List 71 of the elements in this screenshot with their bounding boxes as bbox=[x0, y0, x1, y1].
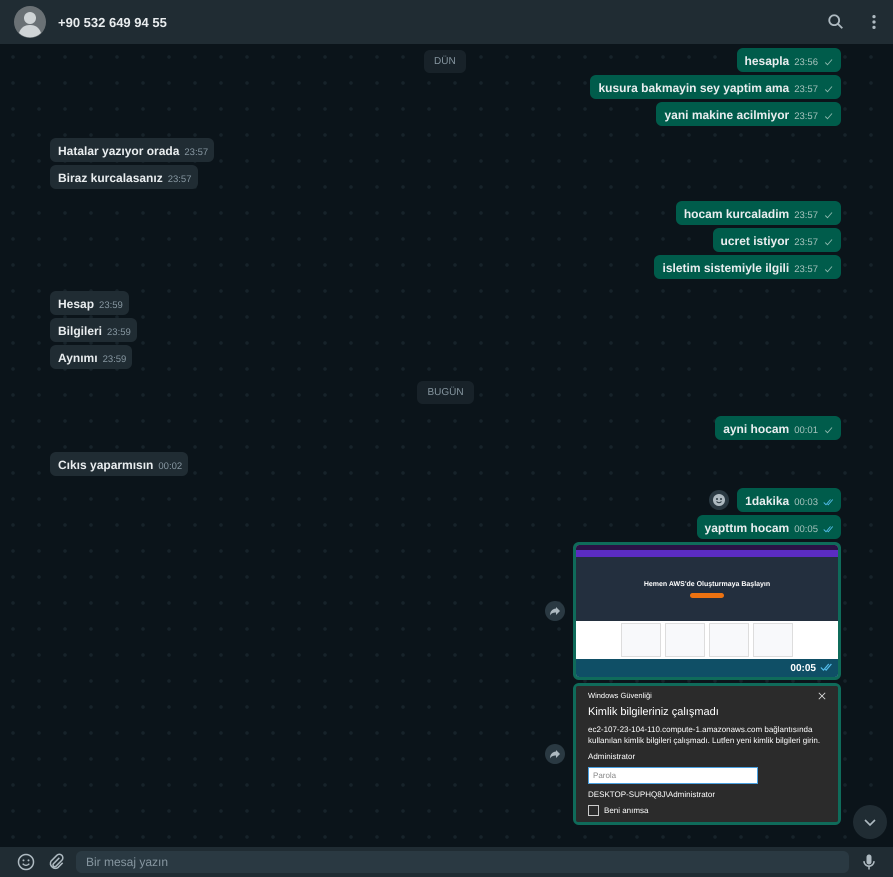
date-label: DÜN bbox=[424, 50, 466, 73]
message-time: 23:59 bbox=[102, 354, 126, 366]
message-bubble[interactable]: Aynımı 23:59 bbox=[50, 345, 132, 369]
forward-icon[interactable] bbox=[545, 744, 565, 764]
message-time: 23:57 bbox=[794, 84, 818, 96]
message-text: ucret istiyor bbox=[720, 233, 790, 249]
message-time: 23:56 bbox=[794, 57, 818, 69]
message-time: 23:57 bbox=[794, 111, 818, 123]
dialog-heading: Kimlik bilgileriniz çalışmadı bbox=[588, 706, 720, 718]
message-time: 00:03 bbox=[794, 497, 818, 509]
message-bubble[interactable]: Bilgileri 23:59 bbox=[50, 318, 137, 342]
message-text: yani makine acilmiyor bbox=[664, 107, 790, 123]
message-bubble[interactable]: hocam kurcaladim 23:57 bbox=[676, 201, 841, 225]
message-bubble[interactable]: ucret istiyor 23:57 bbox=[712, 228, 841, 252]
message-bubble[interactable]: Hesap 23:59 bbox=[50, 291, 129, 315]
message-time: 00:01 bbox=[794, 425, 818, 437]
date-label: BUGÜN bbox=[417, 381, 474, 404]
username-label: Administrator bbox=[588, 752, 636, 761]
message-text: hesapla bbox=[744, 53, 790, 69]
message-time: 23:57 bbox=[794, 237, 818, 249]
message-input[interactable]: Bir mesaj yazın bbox=[76, 851, 849, 873]
message-bubble[interactable]: isletim sistemiyle ilgili 23:57 bbox=[654, 255, 841, 279]
message-text: ayni hocam bbox=[723, 421, 790, 437]
message-bubble[interactable]: Cıkıs yaparmısın 00:02 bbox=[50, 452, 188, 476]
checkbox-label: Beni anımsa bbox=[604, 806, 648, 815]
page-card bbox=[753, 623, 793, 657]
avatar-icon[interactable] bbox=[14, 6, 46, 38]
message-time: 23:57 bbox=[184, 147, 208, 159]
message-bubble[interactable]: 1dakika 00:03 bbox=[737, 488, 841, 512]
message-text: hocam kurcaladim bbox=[684, 206, 790, 222]
page-card bbox=[709, 623, 749, 657]
message-text: Aynımı bbox=[58, 350, 98, 366]
message-text: isletim sistemiyle ilgili bbox=[662, 260, 790, 276]
close-icon bbox=[818, 692, 826, 700]
message-time: 23:57 bbox=[794, 264, 818, 276]
forward-icon[interactable] bbox=[545, 601, 565, 621]
message-time: 23:59 bbox=[107, 327, 131, 339]
page-card bbox=[621, 623, 661, 657]
contact-name[interactable]: +90 532 649 94 55 bbox=[58, 14, 167, 30]
message-text: Hatalar yazıyor orada bbox=[58, 143, 180, 159]
message-text: Hesap bbox=[58, 296, 94, 312]
message-text: kusura bakmayin sey yaptim ama bbox=[598, 80, 790, 96]
message-time: 00:05 bbox=[794, 524, 818, 536]
domain-label: DESKTOP-SUPHQ8J\Administrator bbox=[588, 790, 716, 799]
page-card bbox=[665, 623, 705, 657]
call-to-action-button bbox=[690, 592, 724, 598]
scroll-down-button[interactable] bbox=[853, 805, 887, 839]
emoji-icon[interactable] bbox=[16, 852, 36, 872]
message-bubble[interactable]: kusura bakmayin sey yaptim ama 23:57 bbox=[590, 75, 841, 99]
message-text: yapttım hocam bbox=[704, 520, 790, 536]
emoji-icon[interactable] bbox=[709, 490, 730, 510]
message-text: Biraz kurcalasanız bbox=[58, 170, 163, 186]
message-bubble[interactable]: yapttım hocam 00:05 bbox=[696, 515, 841, 539]
password-field: Parola bbox=[588, 767, 758, 784]
message-bubble[interactable]: hesapla 23:56 bbox=[736, 48, 841, 72]
message-time: 23:57 bbox=[168, 174, 192, 186]
message-time: 23:57 bbox=[794, 210, 818, 222]
image-message[interactable] bbox=[573, 683, 841, 825]
message-time: 00:05 bbox=[790, 663, 816, 674]
message-bubble[interactable]: ayni hocam 00:01 bbox=[715, 416, 841, 440]
message-bubble[interactable]: Hatalar yazıyor orada 23:57 bbox=[50, 138, 214, 162]
message-text: Cıkıs yaparmısın bbox=[58, 457, 154, 473]
search-icon[interactable] bbox=[827, 13, 845, 31]
message-text: 1dakika bbox=[745, 493, 790, 509]
message-time: 23:59 bbox=[99, 300, 123, 312]
menu-icon[interactable] bbox=[871, 13, 877, 31]
dialog-message: ec2-107-23-104-110.compute-1.amazonaws.com bağlantısında kullanılan kimlik bilgileri çalışmadı. Lutfen yeni kimlik bilgileri girin. bbox=[588, 724, 822, 746]
message-bubble[interactable]: yani makine acilmiyor 23:57 bbox=[656, 102, 841, 126]
message-bubble[interactable]: Biraz kurcalasanız 23:57 bbox=[50, 165, 198, 189]
message-time: 00:02 bbox=[158, 461, 182, 473]
message-text: Bilgileri bbox=[58, 323, 102, 339]
